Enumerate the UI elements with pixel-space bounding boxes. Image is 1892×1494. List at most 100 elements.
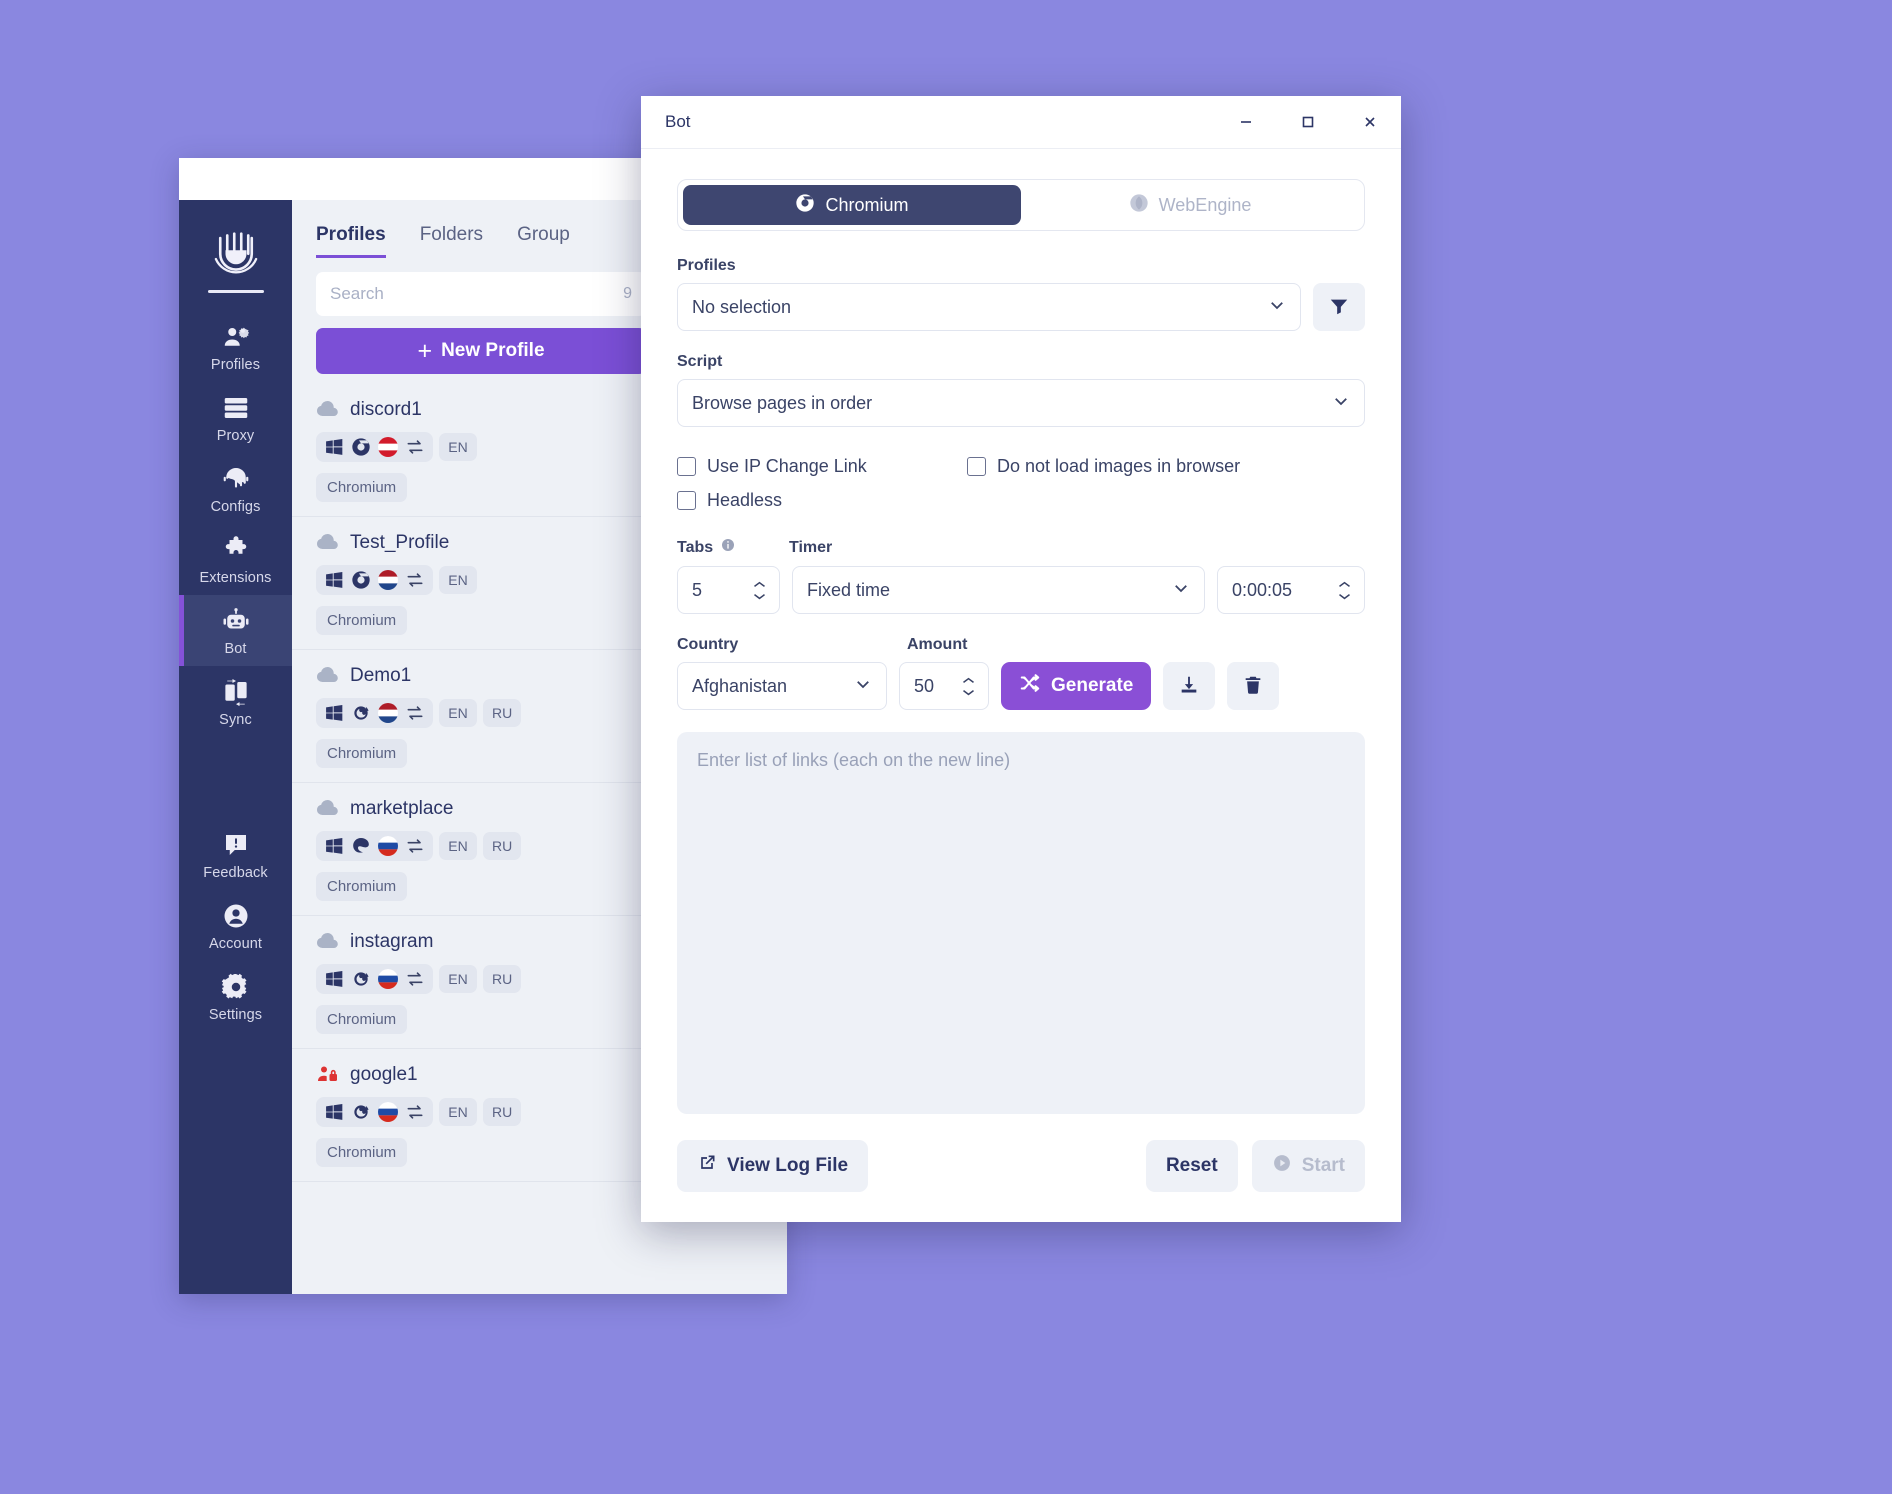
checkbox-box xyxy=(677,456,696,476)
gear-icon xyxy=(221,972,251,1002)
proxy-icon xyxy=(221,393,251,423)
sidebar-item-account[interactable]: Account xyxy=(179,890,292,961)
language-badge: EN xyxy=(439,1098,477,1126)
tab-folders[interactable]: Folders xyxy=(420,224,483,258)
windows-icon xyxy=(324,1102,344,1122)
cloud-icon xyxy=(316,797,340,821)
puzzle-icon xyxy=(221,535,251,565)
chevron-down-icon xyxy=(1172,579,1190,602)
chevron-down-icon xyxy=(854,675,872,698)
sidebar-item-label: Configs xyxy=(210,499,261,515)
script-select[interactable]: Browse pages in order xyxy=(677,379,1365,427)
minimize-icon[interactable] xyxy=(1215,96,1277,148)
maximize-icon[interactable] xyxy=(1277,96,1339,148)
cloud-icon xyxy=(316,531,340,555)
checkbox-do-not-load-images[interactable]: Do not load images in browser xyxy=(967,449,1240,483)
proxy-swap-icon xyxy=(405,1102,425,1122)
timer-mode-value: Fixed time xyxy=(807,579,891,600)
tabs-field-label: Tabs xyxy=(677,538,714,556)
chrome-icon xyxy=(351,570,371,590)
windows-icon xyxy=(324,703,344,723)
plus-icon: + xyxy=(417,336,433,365)
shuffle-icon xyxy=(1019,672,1041,700)
timer-value-stepper[interactable]: 0:00:05 xyxy=(1217,566,1365,614)
sidebar-item-profiles[interactable]: Profiles xyxy=(179,311,292,382)
download-icon xyxy=(1178,674,1200,699)
tab-label: WebEngine xyxy=(1158,194,1252,215)
view-log-label: View Log File xyxy=(727,1155,849,1176)
profile-name: google1 xyxy=(350,1064,418,1085)
info-icon[interactable] xyxy=(720,537,736,558)
checkbox-use-ip-change-link[interactable]: Use IP Change Link xyxy=(677,449,967,483)
engine-badge: Chromium xyxy=(316,606,408,635)
engine-badge: Chromium xyxy=(316,872,408,901)
tabs-stepper[interactable]: 5 xyxy=(677,566,780,614)
sidebar: Profiles Proxy Configs Extensions Bot Sy… xyxy=(179,200,292,1294)
language-badge: EN xyxy=(439,832,477,860)
amount-stepper[interactable]: 50 xyxy=(899,662,989,710)
checkbox-box xyxy=(677,490,696,510)
generate-button[interactable]: Generate xyxy=(1001,662,1152,710)
checkbox-headless[interactable]: Headless xyxy=(677,483,967,517)
profile-badge-group xyxy=(316,831,433,861)
view-log-file-button[interactable]: View Log File xyxy=(677,1140,869,1192)
profile-name: instagram xyxy=(350,931,434,952)
trash-icon xyxy=(1242,674,1264,699)
search-box[interactable]: 9 xyxy=(316,272,646,316)
sidebar-item-sync[interactable]: Sync xyxy=(179,666,292,737)
bot-dialog: Bot Chromium WebEngine Profiles No selec… xyxy=(641,96,1401,1222)
clear-links-button[interactable] xyxy=(1227,662,1280,710)
tab-group[interactable]: Group xyxy=(517,224,570,258)
sidebar-item-feedback[interactable]: Feedback xyxy=(179,819,292,890)
reset-button[interactable]: Reset xyxy=(1145,1140,1238,1192)
tab-webengine[interactable]: WebEngine xyxy=(1021,185,1359,225)
checkbox-label: Headless xyxy=(707,489,783,510)
robot-icon xyxy=(221,606,251,636)
profile-name: Demo1 xyxy=(350,665,412,686)
profile-name: discord1 xyxy=(350,399,422,420)
dialog-footer: View Log File Reset Start xyxy=(641,1114,1401,1222)
sidebar-item-extensions[interactable]: Extensions xyxy=(179,524,292,595)
language-badge: EN xyxy=(439,566,477,594)
flag-netherlands-icon xyxy=(378,703,398,723)
profile-badge-group xyxy=(316,1097,433,1127)
new-profile-button[interactable]: + New Profile xyxy=(316,328,646,374)
chevron-down-icon xyxy=(1268,296,1286,319)
profiles-select[interactable]: No selection xyxy=(677,283,1301,331)
chrome-icon xyxy=(351,437,371,457)
flag-russia-icon xyxy=(378,1102,398,1122)
start-button[interactable]: Start xyxy=(1251,1140,1365,1192)
start-label: Start xyxy=(1301,1155,1345,1176)
search-input[interactable] xyxy=(330,284,624,304)
profiles-icon xyxy=(221,322,251,352)
sidebar-item-proxy[interactable]: Proxy xyxy=(179,382,292,453)
sidebar-item-configs[interactable]: Configs xyxy=(179,453,292,524)
close-icon[interactable] xyxy=(1339,96,1401,148)
flag-russia-icon xyxy=(378,969,398,989)
language-badge: RU xyxy=(483,699,522,727)
sidebar-item-label: Profiles xyxy=(210,357,261,373)
sidebar-item-bot[interactable]: Bot xyxy=(179,595,292,666)
windows-icon xyxy=(324,836,344,856)
stepper-arrows[interactable] xyxy=(752,580,771,601)
timer-mode-select[interactable]: Fixed time xyxy=(792,566,1205,614)
search-result-count: 9 xyxy=(623,285,632,302)
country-value: Afghanistan xyxy=(692,675,788,696)
country-select[interactable]: Afghanistan xyxy=(677,662,887,710)
profile-badge-group xyxy=(316,432,433,462)
tab-profiles[interactable]: Profiles xyxy=(316,224,386,258)
dialog-titlebar: Bot xyxy=(641,96,1401,149)
import-links-button[interactable] xyxy=(1163,662,1216,710)
filter-button[interactable] xyxy=(1313,283,1365,331)
sidebar-item-settings[interactable]: Settings xyxy=(179,961,292,1032)
country-amount-row: Country Amount Afghanistan 50 Generate xyxy=(677,636,1365,710)
tab-chromium[interactable]: Chromium xyxy=(683,185,1021,225)
language-badge: RU xyxy=(483,832,522,860)
stepper-arrows[interactable] xyxy=(1337,580,1356,601)
stepper-arrows[interactable] xyxy=(961,676,980,697)
windows-icon xyxy=(324,969,344,989)
links-textarea[interactable]: Enter list of links (each on the new lin… xyxy=(677,732,1365,1114)
proxy-swap-icon xyxy=(405,969,425,989)
sidebar-item-label: Bot xyxy=(224,641,247,657)
edge-icon xyxy=(351,836,371,856)
